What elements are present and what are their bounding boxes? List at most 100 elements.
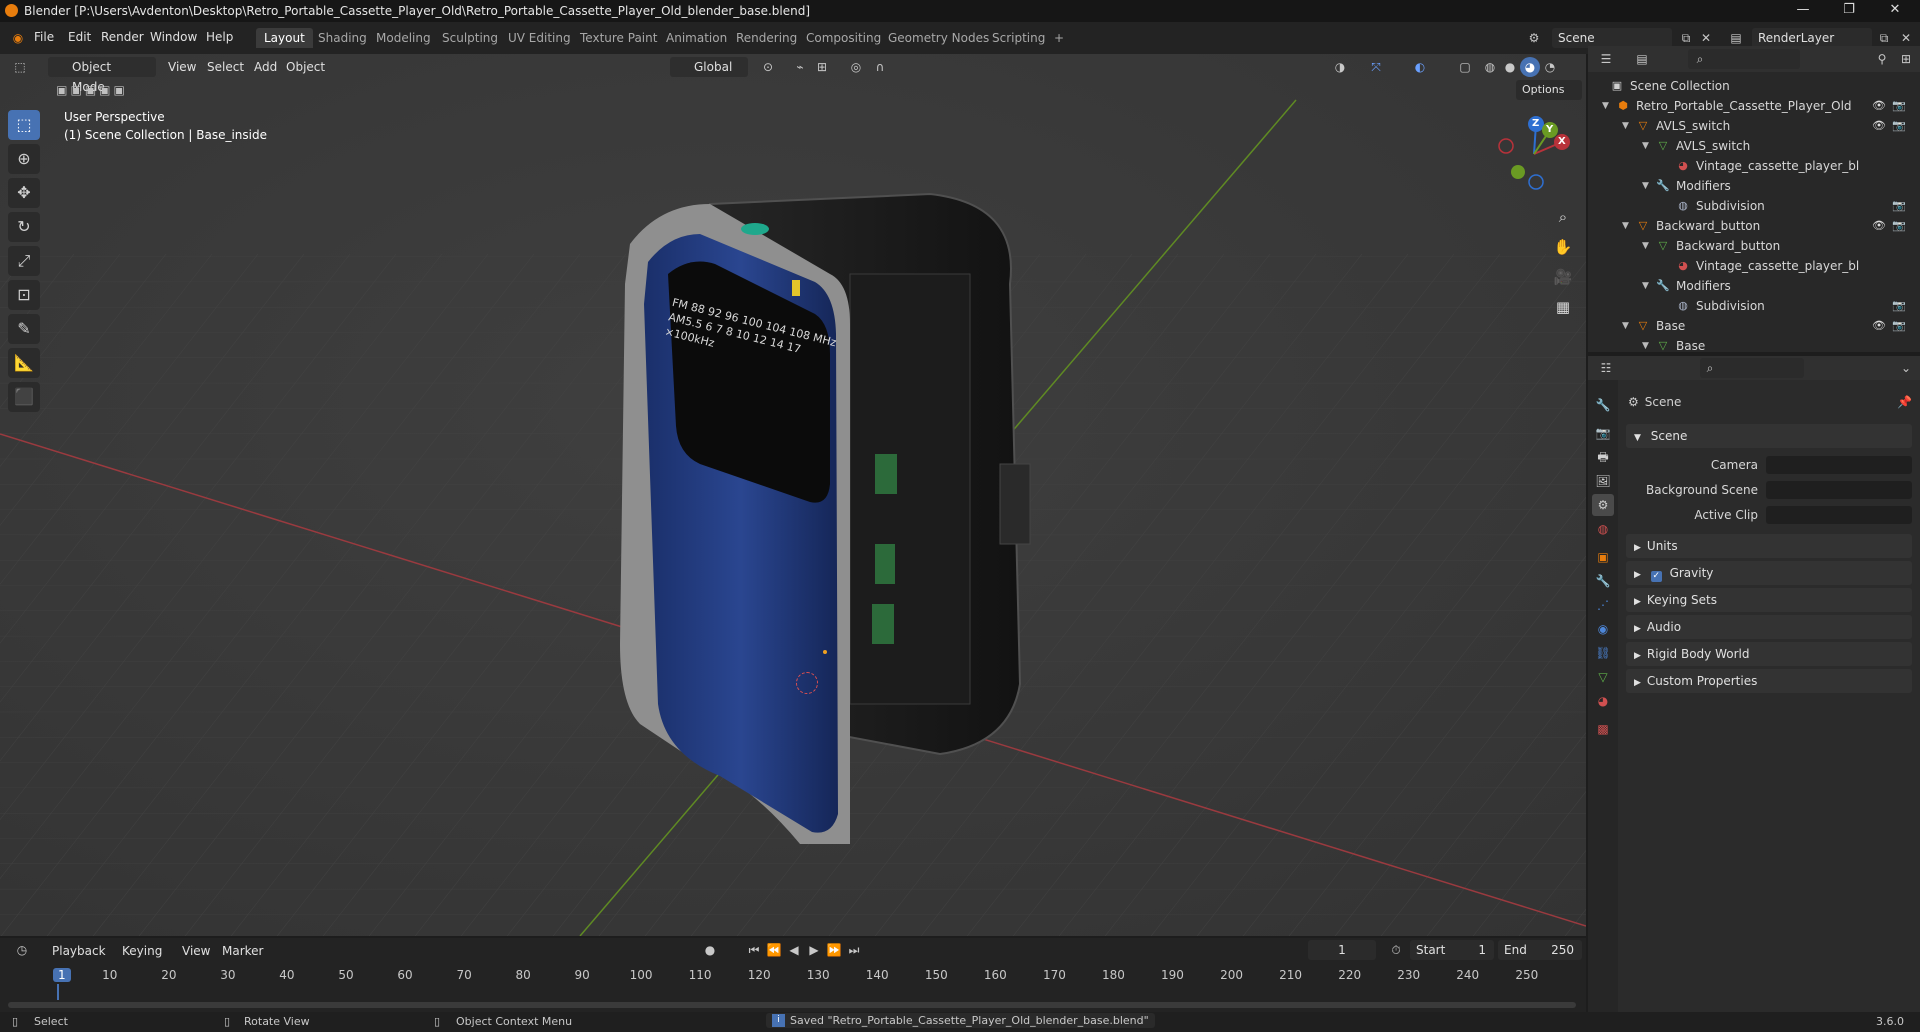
jump-start-icon[interactable]: ⏮ (744, 940, 764, 960)
panel-rigid-body-world-header[interactable]: ▶ Rigid Body World (1626, 642, 1912, 666)
outliner-item-mesh[interactable]: ▼ ▽ Backward_button (1588, 236, 1920, 256)
cursor-tool-icon[interactable]: ⊕ (8, 144, 40, 174)
pan-hand-icon[interactable]: ✋ (1550, 234, 1576, 260)
tab-scripting[interactable]: Scripting (984, 28, 1053, 48)
menu-file[interactable]: File (34, 30, 54, 44)
timeline-menu-marker[interactable]: Marker (222, 941, 263, 961)
measure-tool-icon[interactable]: 📐 (8, 348, 40, 378)
play-icon[interactable]: ▶ (804, 940, 824, 960)
outliner-item-material[interactable]: ◕ Vintage_cassette_player_bl (1588, 156, 1920, 176)
panel-audio-header[interactable]: ▶ Audio (1626, 615, 1912, 639)
move-tool-icon[interactable]: ✥ (8, 178, 40, 208)
display-mode-icon[interactable]: ▤ (1632, 49, 1652, 69)
tab-texture-paint[interactable]: Texture Paint (572, 28, 665, 48)
tab-compositing[interactable]: Compositing (798, 28, 889, 48)
select-box-tool-icon[interactable]: ⬚ (8, 110, 40, 140)
outliner-item-wrench[interactable]: ▼ 🔧 Modifiers (1588, 276, 1920, 296)
gravity-checkbox[interactable]: ✓ (1650, 571, 1662, 582)
viewport-menu-select[interactable]: Select (207, 57, 244, 77)
render-camera-icon[interactable]: 📷 (1892, 96, 1906, 116)
tab-shading[interactable]: Shading (310, 28, 375, 48)
menu-render[interactable]: Render (101, 30, 144, 44)
timeline-menu-playback[interactable]: Playback (52, 941, 106, 961)
object-mode-dropdown[interactable]: Object Mode (48, 57, 156, 94)
filter-icon[interactable]: ⚲ (1872, 49, 1892, 69)
outliner-editor-icon[interactable]: ☰ (1596, 49, 1616, 69)
texture-tab-icon[interactable]: ▩ (1592, 718, 1614, 740)
overlay-icon[interactable]: ◐ (1410, 57, 1430, 77)
render-camera-icon[interactable]: 📷 (1892, 116, 1906, 136)
scene-icon[interactable]: ⚙ (1524, 28, 1544, 48)
expand-arrow-icon[interactable]: ▼ (1642, 136, 1652, 156)
viewport-menu-object[interactable]: Object (286, 57, 325, 77)
scale-tool-icon[interactable]: ⤢ (8, 246, 40, 276)
zoom-icon[interactable]: ⌕ (1550, 204, 1576, 230)
pivot-point-icon[interactable]: ⊙ (758, 57, 778, 77)
view-layer-icon[interactable]: ▤ (1726, 28, 1746, 48)
timeline-menu-view[interactable]: View (182, 941, 210, 961)
render-camera-icon[interactable]: 📷 (1892, 216, 1906, 236)
viewport-menu-add[interactable]: Add (254, 57, 277, 77)
tab-layout[interactable]: Layout (256, 28, 313, 48)
visibility-icon[interactable]: ◑ (1330, 57, 1350, 77)
outliner-item-modifier[interactable]: ◍ Subdivision 📷 (1588, 296, 1920, 316)
annotate-tool-icon[interactable]: ✎ (8, 314, 40, 344)
add-cube-tool-icon[interactable]: ⬛ (8, 382, 40, 412)
timeline-menu-keying[interactable]: Keying (122, 941, 162, 961)
expand-arrow-icon[interactable]: ▼ (1642, 336, 1652, 356)
menu-help[interactable]: Help (206, 30, 233, 44)
panel-custom-properties-header[interactable]: ▶ Custom Properties (1626, 669, 1912, 693)
camera-view-icon[interactable]: 🎥 (1550, 264, 1576, 290)
scene-tab-icon[interactable]: ⚙ (1592, 494, 1614, 516)
outliner-item-collection[interactable]: ▼ ⬢ Retro_Portable_Cassette_Player_Old 👁 📷 (1588, 96, 1920, 116)
active-clip-field[interactable] (1766, 506, 1912, 524)
expand-arrow-icon[interactable]: ▼ (1622, 216, 1632, 236)
current-frame-field[interactable]: 1 (1308, 940, 1376, 960)
timeline-editor-icon[interactable]: ◷ (12, 940, 32, 960)
eye-icon[interactable]: 👁 (1872, 116, 1886, 136)
material-shading-icon[interactable]: ◕ (1520, 57, 1540, 77)
delete-scene-icon[interactable]: ✕ (1696, 28, 1716, 48)
view-layer-selector[interactable]: RenderLayer (1752, 28, 1872, 48)
rotate-tool-icon[interactable]: ↻ (8, 212, 40, 242)
background-scene-field[interactable] (1766, 481, 1912, 499)
tool-tab-icon[interactable]: 🔧 (1592, 394, 1614, 416)
timeline-scrollbar[interactable] (8, 1002, 1576, 1008)
jump-end-icon[interactable]: ⏭ (844, 940, 864, 960)
modifier-tab-icon[interactable]: 🔧 (1592, 570, 1614, 592)
close-button[interactable]: ✕ (1872, 0, 1918, 22)
viewport-menu-view[interactable]: View (168, 57, 196, 77)
outliner-item-wrench[interactable]: ▼ 🔧 Modifiers (1588, 176, 1920, 196)
tab-modeling[interactable]: Modeling (368, 28, 439, 48)
tab-sculpting[interactable]: Sculpting (434, 28, 506, 48)
pin-icon[interactable]: 📌 (1897, 395, 1912, 409)
editor-type-icon[interactable]: ⬚ (10, 57, 30, 77)
outliner-item-modifier[interactable]: ◍ Subdivision 📷 (1588, 196, 1920, 216)
outliner-item-mesh[interactable]: ▼ ▽ Base (1588, 336, 1920, 356)
new-collection-icon[interactable]: ⊞ (1896, 49, 1916, 69)
render-camera-icon[interactable]: 📷 (1892, 296, 1906, 316)
tab-uv-editing[interactable]: UV Editing (500, 28, 579, 48)
eye-icon[interactable]: 👁 (1872, 216, 1886, 236)
outliner-item-object[interactable]: ▼ ▽ Base 👁 📷 (1588, 316, 1920, 336)
tab-animation[interactable]: Animation (658, 28, 735, 48)
snap-icon[interactable]: ⌁ (790, 57, 810, 77)
new-scene-icon[interactable]: ⧉ (1676, 28, 1696, 48)
constraints-tab-icon[interactable]: ⛓ (1592, 642, 1614, 664)
physics-tab-icon[interactable]: ◉ (1592, 618, 1614, 640)
3d-viewport[interactable]: FM 88 92 96 100 104 108 MHz AM5.5 6 7 8 … (0, 54, 1586, 936)
eye-icon[interactable]: 👁 (1872, 96, 1886, 116)
stopwatch-icon[interactable]: ⏱ (1386, 940, 1406, 960)
output-tab-icon[interactable]: 🖶 (1592, 446, 1614, 468)
camera-field[interactable] (1766, 456, 1912, 474)
options-dropdown[interactable]: Options (1516, 80, 1582, 100)
material-tab-icon[interactable]: ◕ (1592, 690, 1614, 712)
transform-tool-icon[interactable]: ⊡ (8, 280, 40, 310)
expand-arrow-icon[interactable]: ▼ (1622, 116, 1632, 136)
falloff-icon[interactable]: ∩ (870, 57, 890, 77)
outliner-item-material[interactable]: ◕ Vintage_cassette_player_bl (1588, 256, 1920, 276)
outliner-item-object[interactable]: ▼ ▽ AVLS_switch 👁 📷 (1588, 116, 1920, 136)
panel-units-header[interactable]: ▶ Units (1626, 534, 1912, 558)
outliner-item-object[interactable]: ▼ ▽ Backward_button 👁 📷 (1588, 216, 1920, 236)
minimize-button[interactable]: — (1780, 0, 1826, 22)
